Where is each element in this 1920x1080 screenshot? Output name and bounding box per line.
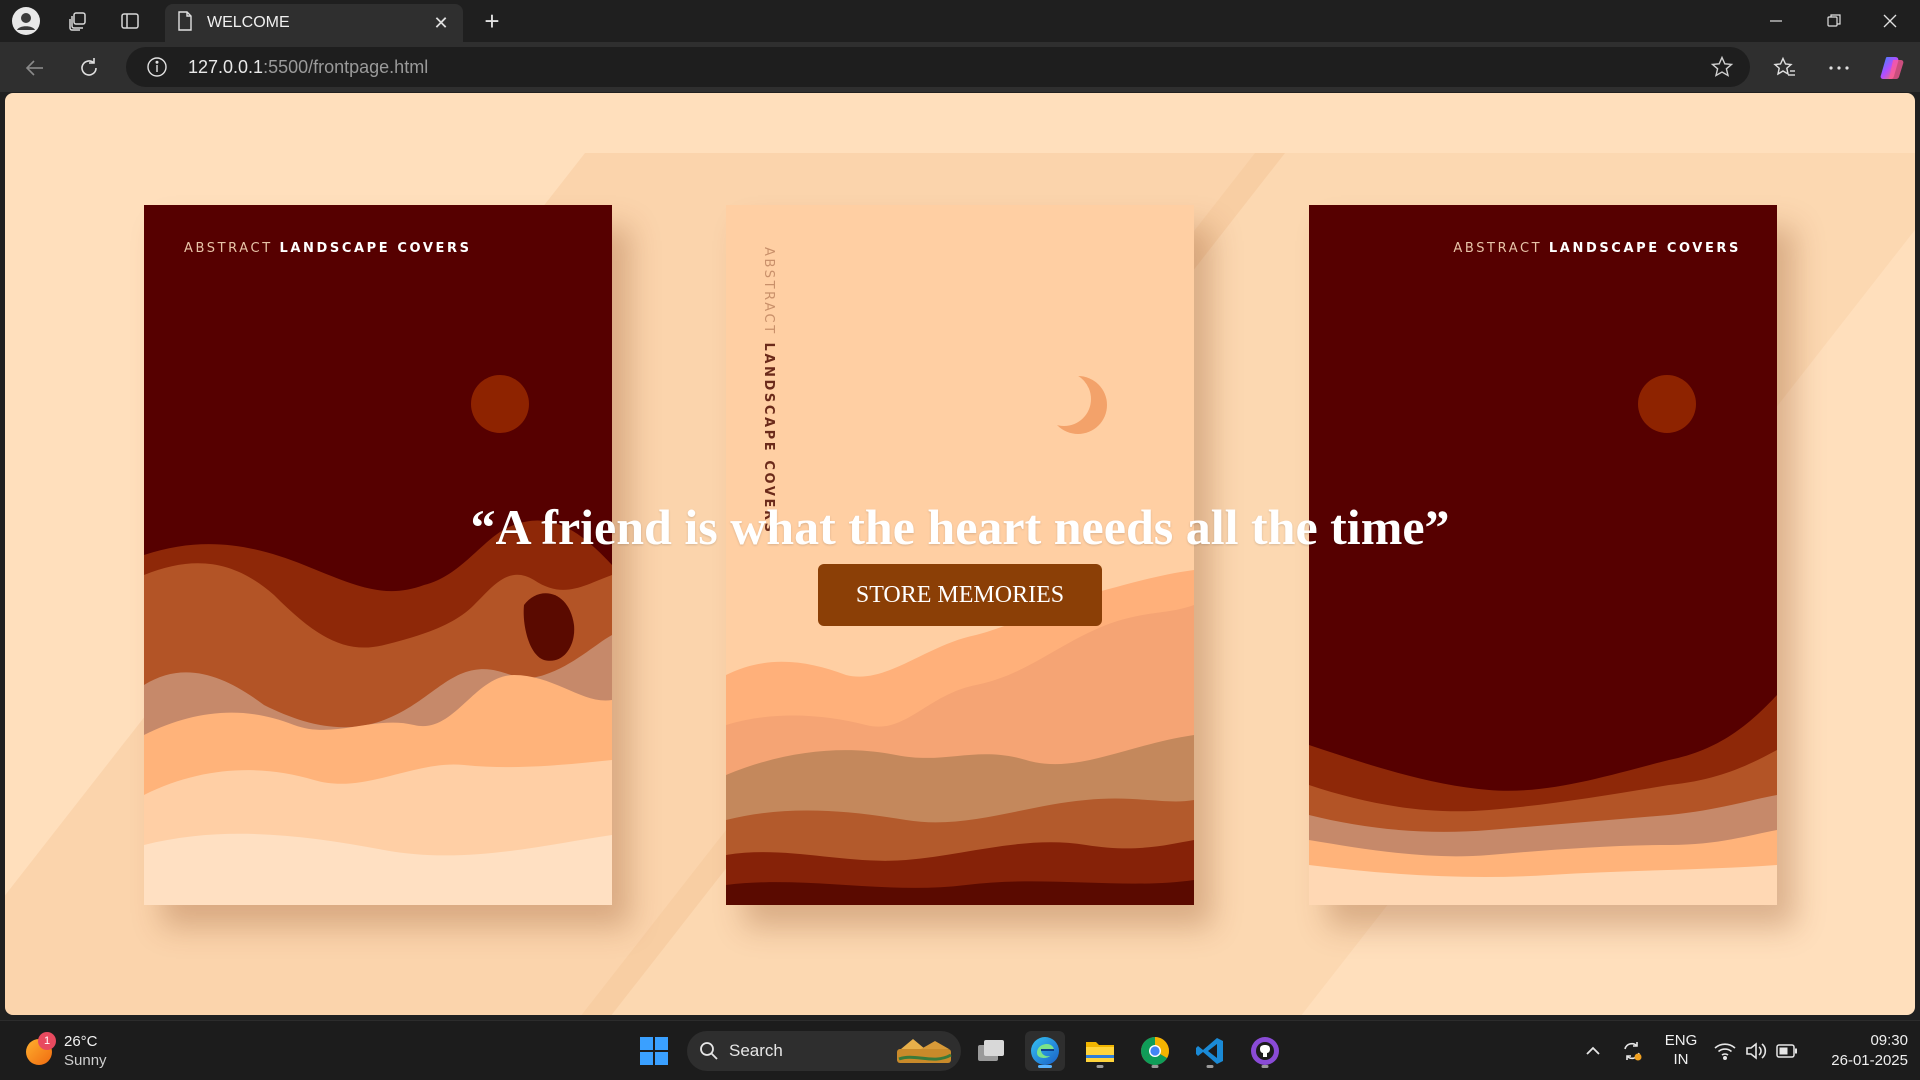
volume-icon[interactable]: [1741, 1031, 1771, 1071]
running-indicator: [1261, 1065, 1269, 1068]
workspaces-icon[interactable]: [62, 5, 94, 37]
running-indicator: [1206, 1065, 1214, 1068]
language-indicator[interactable]: ENG IN: [1660, 1031, 1702, 1069]
refresh-icon[interactable]: [72, 51, 106, 85]
site-info-icon[interactable]: [146, 56, 168, 78]
file-explorer-icon[interactable]: [1080, 1031, 1120, 1071]
battery-icon[interactable]: [1772, 1031, 1802, 1071]
windows-taskbar: 1 26°C Sunny Search ENG IN 09:30 26-01-2…: [0, 1020, 1920, 1080]
edge-browser-icon[interactable]: [1025, 1031, 1065, 1071]
running-indicator: [1151, 1065, 1159, 1068]
url-text: 127.0.0.1:5500/frontpage.html: [188, 56, 429, 77]
page-viewport: ABSTRACT LANDSCAPE COVERS ABSTRACT LANDS…: [5, 93, 1915, 1015]
new-tab-button[interactable]: +: [476, 5, 508, 37]
store-memories-button[interactable]: STORE MEMORIES: [818, 564, 1102, 626]
clock[interactable]: 09:30 26-01-2025: [1812, 1031, 1908, 1071]
minimize-button[interactable]: [1748, 0, 1804, 42]
cover-label: ABSTRACT LANDSCAPE COVERS: [184, 241, 472, 256]
favorites-icon[interactable]: [1768, 51, 1802, 85]
vertical-tabs-icon[interactable]: [114, 5, 146, 37]
hero-quote: “A friend is what the heart needs all th…: [470, 499, 1450, 555]
tab-title: WELCOME: [207, 14, 290, 31]
taskbar-search[interactable]: Search: [687, 1031, 961, 1071]
chrome-icon[interactable]: [1135, 1031, 1175, 1071]
browser-toolbar: 127.0.0.1:5500/frontpage.html: [0, 42, 1920, 92]
weather-condition: Sunny: [64, 1052, 107, 1069]
sync-icon[interactable]: [1614, 1031, 1650, 1071]
cover-label: ABSTRACT LANDSCAPE COVERS: [1453, 241, 1741, 256]
active-indicator: [1038, 1065, 1052, 1068]
restore-button[interactable]: [1806, 0, 1862, 42]
search-highlight-icon: [895, 1035, 953, 1067]
address-bar[interactable]: 127.0.0.1:5500/frontpage.html: [126, 47, 1750, 87]
search-label: Search: [729, 1041, 783, 1060]
wifi-icon[interactable]: [1710, 1031, 1740, 1071]
running-indicator: [1096, 1065, 1104, 1068]
windows-start-icon[interactable]: [634, 1031, 674, 1071]
search-icon: [699, 1041, 719, 1061]
weather-temperature: 26°C: [64, 1033, 98, 1050]
close-window-button[interactable]: [1862, 0, 1918, 42]
more-options-icon[interactable]: [1822, 51, 1856, 85]
task-view-icon[interactable]: [971, 1031, 1011, 1071]
github-desktop-icon[interactable]: [1245, 1031, 1285, 1071]
tab-welcome[interactable]: WELCOME ✕: [165, 4, 463, 42]
chevron-up-icon[interactable]: [1573, 1031, 1613, 1071]
copilot-icon[interactable]: [1876, 51, 1910, 85]
cover-label: ABSTRACT LANDSCAPE COVERS: [761, 247, 776, 535]
close-tab-icon[interactable]: ✕: [427, 9, 455, 37]
weather-widget[interactable]: 1 26°C Sunny: [24, 1031, 124, 1071]
page-icon: [177, 10, 193, 36]
vscode-icon[interactable]: [1190, 1031, 1230, 1071]
back-arrow-icon[interactable]: [18, 51, 52, 85]
notification-badge: 1: [38, 1032, 56, 1050]
favorite-star-icon[interactable]: [1710, 55, 1734, 79]
browser-tab-bar: WELCOME ✕ +: [0, 0, 1920, 42]
profile-avatar-icon[interactable]: [10, 5, 42, 37]
